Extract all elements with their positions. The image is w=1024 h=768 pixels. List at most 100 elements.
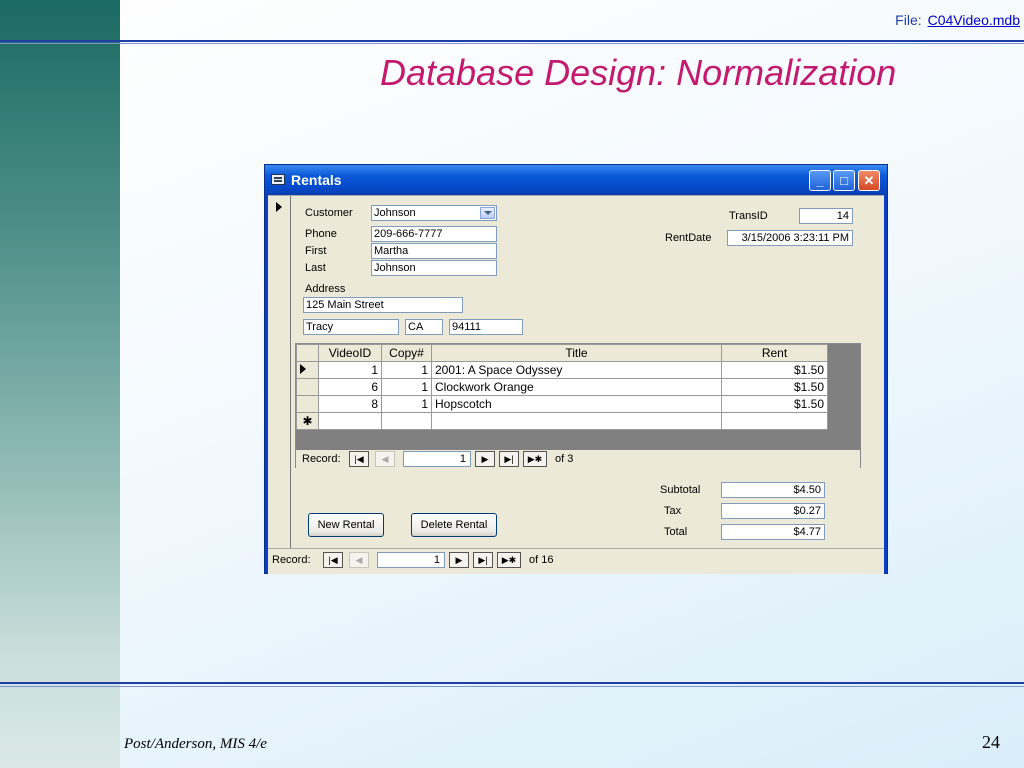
table-row[interactable]: 6 1 Clockwork Orange $1.50 [296, 378, 828, 396]
customer-combo[interactable]: Johnson [371, 205, 497, 221]
last-record-button[interactable]: ▶| [473, 552, 493, 568]
current-record-arrow-icon [276, 202, 282, 212]
subform-grid: VideoID Copy# Title Rent 1 1 2001: A Spa… [296, 344, 860, 450]
close-button[interactable]: ✕ [858, 170, 880, 191]
main-nav-controls: |◀ ◀ 1 ▶ ▶| ▶✱ of 16 [323, 552, 623, 568]
file-reference: File: C04Video.mdb [895, 12, 1020, 28]
maximize-button[interactable]: □ [833, 170, 855, 191]
subform-record-count: of 3 [555, 453, 574, 465]
column-header-videoid[interactable]: VideoID [318, 344, 382, 362]
first-name-field[interactable]: Martha [371, 243, 497, 259]
subform-record-number[interactable]: 1 [403, 451, 471, 467]
subform-record-navigator: Record: |◀ ◀ 1 ▶ ▶| ▶✱ of 3 [296, 450, 860, 468]
main-record-number[interactable]: 1 [377, 552, 445, 568]
zip-field[interactable]: 94111 [449, 319, 523, 335]
chevron-down-icon[interactable] [480, 207, 495, 219]
current-row-arrow-icon [300, 364, 306, 374]
city-field[interactable]: Tracy [303, 319, 399, 335]
copy-cell[interactable]: 1 [381, 378, 432, 396]
subtotal-label: Subtotal [660, 484, 701, 496]
new-record-icon: ✱ [296, 412, 319, 430]
row-selector[interactable] [296, 361, 319, 379]
previous-record-button[interactable]: ◀ [375, 451, 395, 467]
copy-cell[interactable]: 1 [381, 361, 432, 379]
file-link[interactable]: C04Video.mdb [928, 12, 1020, 28]
table-header-row: VideoID Copy# Title Rent [296, 344, 828, 362]
customer-value: Johnson [374, 207, 416, 219]
table-row[interactable]: 1 1 2001: A Space Odyssey $1.50 [296, 361, 828, 379]
next-record-button[interactable]: ▶ [475, 451, 495, 467]
footer-rule-thin [0, 686, 1024, 687]
rentals-subform: VideoID Copy# Title Rent 1 1 2001: A Spa… [295, 343, 861, 468]
title-cell[interactable]: Clockwork Orange [431, 378, 722, 396]
subform-nav-controls: |◀ ◀ 1 ▶ ▶| ▶✱ of 3 [349, 451, 609, 467]
videoid-cell[interactable]: 1 [318, 361, 382, 379]
rent-cell[interactable]: $1.50 [721, 395, 828, 413]
videoid-cell[interactable]: 6 [318, 378, 382, 396]
column-header-copy[interactable]: Copy# [381, 344, 432, 362]
total-field[interactable]: $4.77 [721, 524, 825, 540]
footer-citation: Post/Anderson, MIS 4/e [124, 736, 267, 752]
copy-cell[interactable] [381, 412, 432, 430]
header-selector [296, 344, 319, 362]
rent-cell[interactable]: $1.50 [721, 361, 828, 379]
videoid-cell[interactable] [318, 412, 382, 430]
subtotal-field[interactable]: $4.50 [721, 482, 825, 498]
last-label: Last [305, 262, 326, 274]
transid-label: TransID [729, 210, 768, 222]
videoid-cell[interactable]: 8 [318, 395, 382, 413]
total-label: Total [664, 526, 688, 538]
rental-items-table: VideoID Copy# Title Rent 1 1 2001: A Spa… [296, 344, 828, 430]
delete-rental-button[interactable]: Delete Rental [411, 513, 497, 537]
address-field[interactable]: 125 Main Street [303, 297, 463, 313]
first-record-button[interactable]: |◀ [323, 552, 343, 568]
row-selector[interactable] [296, 395, 319, 413]
next-record-button[interactable]: ▶ [449, 552, 469, 568]
phone-field[interactable]: 209-666-7777 [371, 226, 497, 242]
title-cell[interactable] [431, 412, 722, 430]
rent-cell[interactable]: $1.50 [721, 378, 828, 396]
slide-sidebar [0, 0, 120, 768]
main-record-label: Record: [272, 554, 311, 566]
tax-field[interactable]: $0.27 [721, 503, 825, 519]
rentdate-field[interactable]: 3/15/2006 3:23:11 PM [727, 230, 853, 246]
rentdate-label: RentDate [665, 232, 712, 244]
slide-title: Database Design: Normalization [380, 52, 897, 93]
new-record-row[interactable]: ✱ [296, 412, 828, 430]
main-record-navigator: Record: |◀ ◀ 1 ▶ ▶| ▶✱ of 16 [268, 548, 884, 574]
last-record-button[interactable]: ▶| [499, 451, 519, 467]
form-icon [271, 174, 285, 185]
form-body: Customer Johnson Phone 209-666-7777 Firs… [268, 195, 884, 574]
rentals-window: Rentals _ □ ✕ Customer Johnson Phone 209… [264, 164, 888, 574]
footer-rule [0, 682, 1024, 684]
title-cell[interactable]: Hopscotch [431, 395, 722, 413]
new-record-button[interactable]: ▶✱ [497, 552, 521, 568]
first-record-button[interactable]: |◀ [349, 451, 369, 467]
header-rule-thin [0, 43, 1024, 44]
rent-cell[interactable] [721, 412, 828, 430]
last-name-field[interactable]: Johnson [371, 260, 497, 276]
transid-field[interactable]: 14 [799, 208, 853, 224]
minimize-button[interactable]: _ [809, 170, 831, 191]
new-rental-button[interactable]: New Rental [308, 513, 384, 537]
subform-record-label: Record: [302, 453, 341, 465]
column-header-title[interactable]: Title [431, 344, 722, 362]
state-field[interactable]: CA [405, 319, 443, 335]
window-titlebar[interactable]: Rentals _ □ ✕ [265, 165, 887, 195]
title-cell[interactable]: 2001: A Space Odyssey [431, 361, 722, 379]
address-label: Address [305, 283, 346, 295]
window-title: Rentals [291, 172, 342, 188]
first-label: First [305, 245, 327, 257]
new-record-button[interactable]: ▶✱ [523, 451, 547, 467]
tax-label: Tax [664, 505, 682, 517]
record-selector[interactable] [268, 196, 291, 548]
copy-cell[interactable]: 1 [381, 395, 432, 413]
customer-label: Customer [305, 207, 353, 219]
phone-label: Phone [305, 228, 337, 240]
row-selector[interactable] [296, 378, 319, 396]
table-row[interactable]: 8 1 Hopscotch $1.50 [296, 395, 828, 413]
file-label: File: [895, 12, 922, 28]
column-header-rent[interactable]: Rent [721, 344, 828, 362]
previous-record-button[interactable]: ◀ [349, 552, 369, 568]
header-rule [0, 40, 1024, 42]
